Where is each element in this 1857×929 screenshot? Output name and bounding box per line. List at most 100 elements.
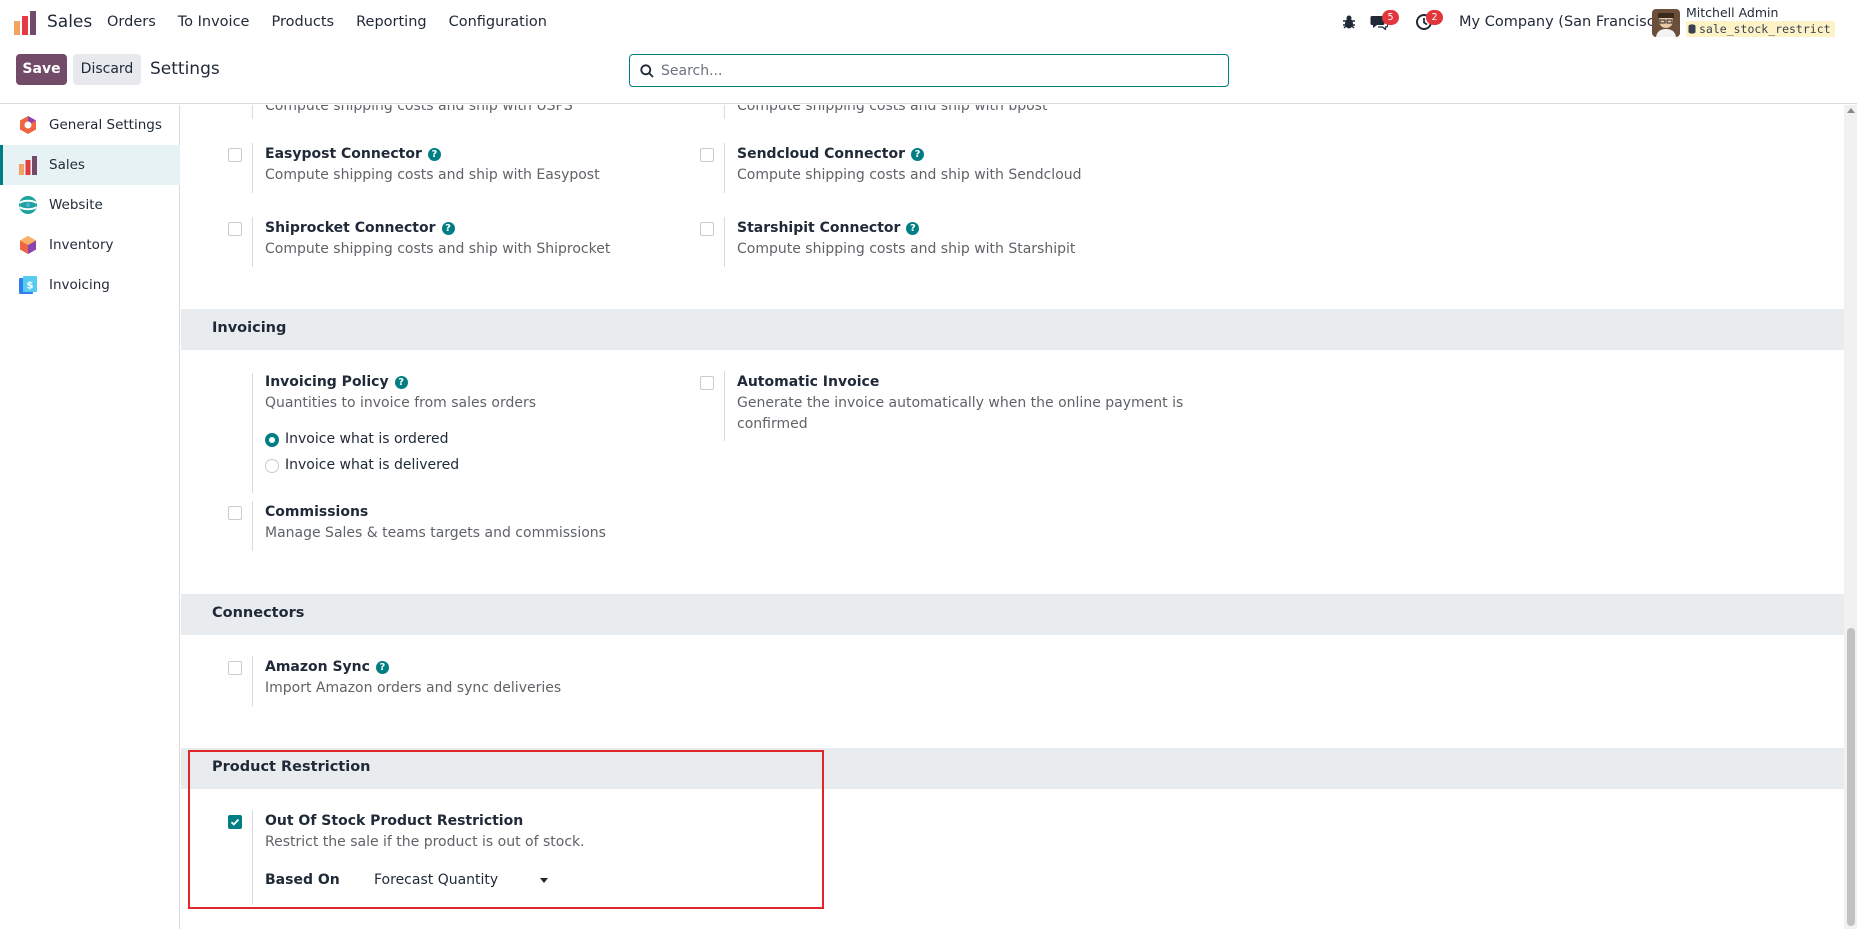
scrollbar[interactable] bbox=[1844, 105, 1857, 929]
activities-badge: 2 bbox=[1426, 10, 1443, 25]
automatic-invoice-title: Automatic Invoice bbox=[737, 374, 880, 390]
database-tag: sale_stock_restrict bbox=[1686, 21, 1835, 37]
control-panel: Save Discard Settings bbox=[0, 46, 1857, 104]
search-box[interactable] bbox=[629, 54, 1229, 87]
section-title: Product Restriction bbox=[212, 759, 371, 775]
section-title: Invoicing bbox=[212, 320, 287, 336]
website-icon bbox=[18, 196, 38, 214]
invoicing-section-header: Invoicing bbox=[181, 309, 1844, 350]
sidebar-item-inventory[interactable]: Inventory bbox=[0, 225, 180, 265]
amazon-sync-title-text: Amazon Sync bbox=[265, 659, 370, 675]
help-icon[interactable]: ? bbox=[375, 661, 389, 674]
radio-label-invoice-ordered[interactable]: Invoice what is ordered bbox=[285, 431, 449, 447]
scroll-up-arrow-icon[interactable] bbox=[1847, 108, 1855, 113]
help-icon[interactable]: ? bbox=[394, 376, 408, 389]
setting-divider bbox=[252, 105, 253, 119]
radio-label-invoice-delivered[interactable]: Invoice what is delivered bbox=[285, 457, 459, 473]
search-icon bbox=[640, 64, 654, 78]
general-settings-icon bbox=[20, 116, 36, 134]
radio-invoice-ordered[interactable] bbox=[265, 433, 279, 447]
invoicing-policy-title: Invoicing Policy? bbox=[265, 374, 408, 390]
setting-divider bbox=[252, 143, 253, 193]
starshipit-checkbox[interactable] bbox=[700, 222, 714, 236]
radio-invoice-delivered[interactable] bbox=[265, 459, 279, 473]
shiprocket-title-text: Shiprocket Connector bbox=[265, 220, 436, 236]
sidebar-item-general-settings[interactable]: General Settings bbox=[0, 105, 180, 145]
setting-divider bbox=[252, 656, 253, 706]
menu-orders[interactable]: Orders bbox=[107, 14, 156, 30]
search-input[interactable] bbox=[661, 60, 1211, 82]
sidebar-item-label: Sales bbox=[49, 157, 85, 173]
sidebar-item-website[interactable]: Website bbox=[0, 185, 180, 225]
setting-divider bbox=[252, 810, 253, 905]
based-on-value: Forecast Quantity bbox=[374, 872, 499, 888]
discard-button[interactable]: Discard bbox=[73, 54, 141, 85]
commissions-title: Commissions bbox=[265, 504, 369, 520]
easypost-checkbox[interactable] bbox=[228, 148, 242, 162]
sidebar-item-label: Invoicing bbox=[49, 277, 110, 293]
setting-divider bbox=[724, 371, 725, 441]
bug-icon[interactable] bbox=[1341, 14, 1357, 30]
starshipit-description: Compute shipping costs and ship with Sta… bbox=[737, 241, 1076, 257]
setting-divider bbox=[724, 105, 725, 119]
messages-badge: 5 bbox=[1382, 10, 1399, 25]
sidebar-item-sales[interactable]: Sales bbox=[0, 145, 180, 185]
automatic-invoice-checkbox[interactable] bbox=[700, 376, 714, 390]
chevron-down-icon bbox=[540, 878, 548, 883]
sidebar-item-label: Inventory bbox=[49, 237, 114, 253]
help-icon[interactable]: ? bbox=[906, 222, 920, 235]
commissions-description: Manage Sales & teams targets and commiss… bbox=[265, 525, 606, 541]
sidebar-item-invoicing[interactable]: $ Invoicing bbox=[0, 265, 180, 305]
sendcloud-checkbox[interactable] bbox=[700, 148, 714, 162]
user-name[interactable]: Mitchell Admin bbox=[1686, 5, 1778, 20]
easypost-title: Easypost Connector? bbox=[265, 146, 441, 162]
sales-app-icon[interactable] bbox=[14, 11, 36, 35]
sendcloud-description: Compute shipping costs and ship with Sen… bbox=[737, 167, 1082, 183]
setting-divider bbox=[252, 501, 253, 551]
invoicing-policy-title-text: Invoicing Policy bbox=[265, 374, 389, 390]
menu-to-invoice[interactable]: To Invoice bbox=[178, 14, 250, 30]
amazon-sync-checkbox[interactable] bbox=[228, 661, 242, 675]
help-icon[interactable]: ? bbox=[427, 148, 441, 161]
starshipit-title-text: Starshipit Connector bbox=[737, 220, 901, 236]
setting-divider bbox=[252, 217, 253, 267]
menu-reporting[interactable]: Reporting bbox=[356, 14, 427, 30]
database-icon bbox=[1688, 24, 1696, 34]
sendcloud-title-text: Sendcloud Connector bbox=[737, 146, 905, 162]
starshipit-title: Starshipit Connector? bbox=[737, 220, 920, 236]
out-of-stock-restriction-checkbox[interactable] bbox=[228, 815, 242, 829]
help-icon[interactable]: ? bbox=[910, 148, 924, 161]
settings-sidebar: General Settings Sales Website Inventory… bbox=[0, 105, 180, 929]
company-switcher[interactable]: My Company (San Francisco) bbox=[1459, 14, 1669, 30]
shiprocket-checkbox[interactable] bbox=[228, 222, 242, 236]
amazon-sync-description: Import Amazon orders and sync deliveries bbox=[265, 680, 562, 696]
menu-configuration[interactable]: Configuration bbox=[449, 14, 547, 30]
invoicing-icon: $ bbox=[19, 276, 37, 294]
inventory-icon bbox=[20, 236, 36, 254]
out-of-stock-restriction-title: Out Of Stock Product Restriction bbox=[265, 813, 524, 829]
main-menu: Orders To Invoice Products Reporting Con… bbox=[107, 14, 569, 30]
shiprocket-description: Compute shipping costs and ship with Shi… bbox=[265, 241, 611, 257]
settings-content: Compute shipping costs and ship with USP… bbox=[181, 105, 1844, 929]
based-on-select[interactable]: Forecast Quantity bbox=[372, 869, 561, 893]
sales-icon bbox=[19, 156, 37, 175]
scrollbar-thumb[interactable] bbox=[1847, 628, 1855, 926]
automatic-invoice-description-line1: Generate the invoice automatically when … bbox=[737, 395, 1184, 411]
sidebar-item-label: Website bbox=[49, 197, 103, 213]
svg-text:$: $ bbox=[27, 281, 34, 292]
sidebar-item-label: General Settings bbox=[49, 117, 162, 133]
commissions-checkbox[interactable] bbox=[228, 506, 242, 520]
help-icon[interactable]: ? bbox=[441, 222, 455, 235]
app-brand[interactable]: Sales bbox=[47, 12, 92, 32]
out-of-stock-restriction-description: Restrict the sale if the product is out … bbox=[265, 834, 585, 850]
checkmark-icon bbox=[230, 818, 240, 826]
user-avatar[interactable] bbox=[1652, 9, 1680, 37]
easypost-title-text: Easypost Connector bbox=[265, 146, 422, 162]
section-title: Connectors bbox=[212, 605, 305, 621]
shiprocket-title: Shiprocket Connector? bbox=[265, 220, 455, 236]
save-button[interactable]: Save bbox=[16, 54, 67, 85]
invoicing-policy-description: Quantities to invoice from sales orders bbox=[265, 395, 537, 411]
top-navbar: Sales Orders To Invoice Products Reporti… bbox=[0, 0, 1857, 46]
menu-products[interactable]: Products bbox=[271, 14, 334, 30]
setting-divider bbox=[252, 373, 253, 493]
